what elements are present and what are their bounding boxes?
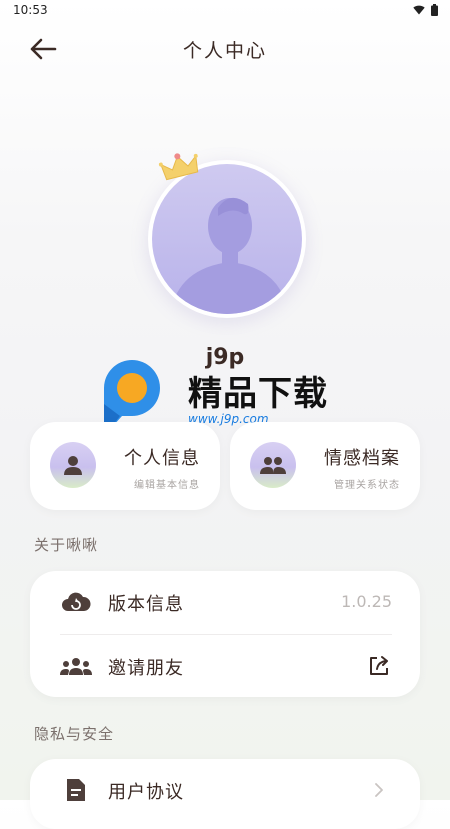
- share-icon[interactable]: [366, 653, 392, 679]
- version-value: 1.0.25: [341, 592, 392, 611]
- section-label-about: 关于啾啾: [34, 536, 99, 554]
- avatar-image: [152, 164, 302, 314]
- status-icons: [413, 4, 438, 16]
- status-time: 10:53: [13, 3, 48, 17]
- personal-info-subtitle: 编辑基本信息: [134, 480, 200, 491]
- privacy-list-card: 用户协议: [30, 759, 420, 829]
- emotion-archive-subtitle: 管理关系状态: [334, 480, 400, 491]
- people-icon: [250, 442, 296, 488]
- list-item-user-agreement[interactable]: 用户协议: [30, 759, 420, 821]
- section-label-privacy: 隐私与安全: [34, 725, 115, 743]
- status-bar: 10:53: [0, 0, 450, 22]
- about-list-card: 版本信息 1.0.25 邀请朋友: [30, 571, 420, 697]
- cloud-refresh-icon: [60, 589, 92, 615]
- app-header: 个人中心: [0, 22, 450, 78]
- personal-info-title: 个人信息: [124, 448, 200, 469]
- list-item-version[interactable]: 版本信息 1.0.25: [30, 571, 420, 633]
- emotion-archive-title: 情感档案: [324, 448, 400, 469]
- emotion-archive-card[interactable]: 情感档案 管理关系状态: [230, 422, 420, 510]
- person-silhouette-icon: [170, 197, 288, 314]
- page-title: 个人中心: [182, 40, 267, 62]
- version-label: 版本信息: [108, 594, 184, 615]
- battery-icon: [431, 4, 438, 16]
- list-item-invite[interactable]: 邀请朋友: [30, 635, 420, 697]
- group-icon: [60, 653, 92, 679]
- user-agreement-label: 用户协议: [108, 782, 184, 803]
- personal-info-card[interactable]: 个人信息 编辑基本信息: [30, 422, 220, 510]
- document-icon: [60, 777, 92, 803]
- watermark-brand: 精品下载: [188, 374, 328, 414]
- person-icon: [50, 442, 96, 488]
- wifi-icon: [413, 5, 425, 15]
- invite-label: 邀请朋友: [108, 658, 184, 679]
- chevron-right-icon: [366, 777, 392, 803]
